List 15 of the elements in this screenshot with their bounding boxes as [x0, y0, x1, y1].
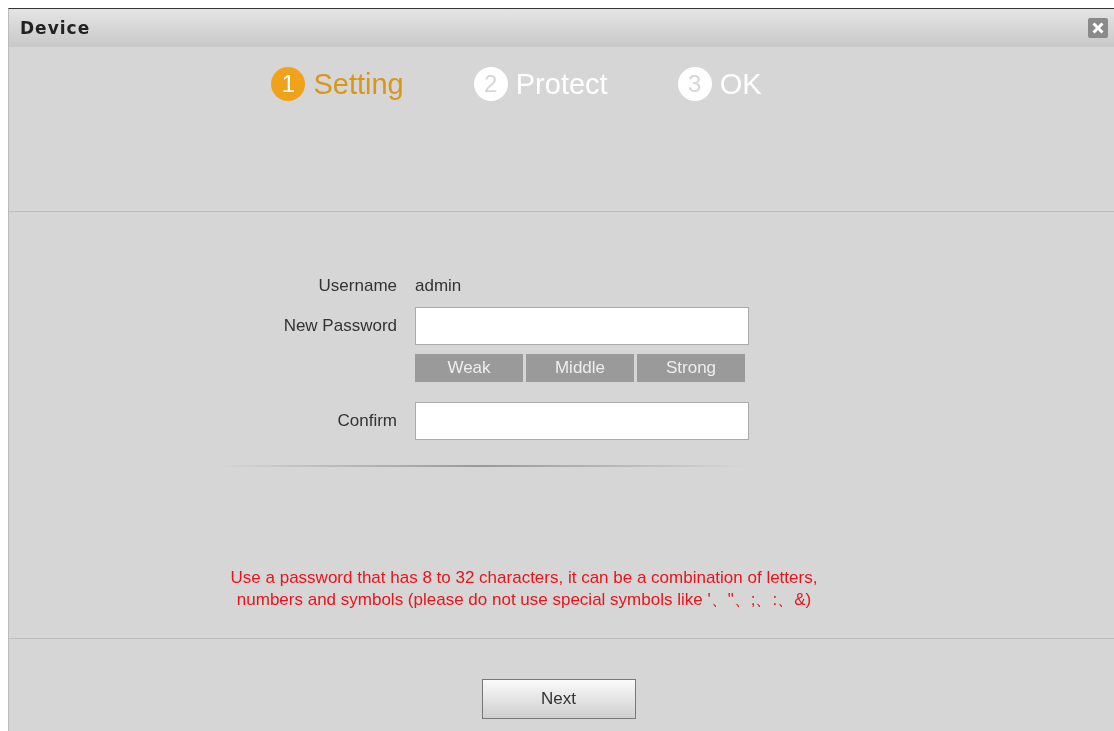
new-password-field[interactable] — [415, 307, 749, 345]
username-label: Username — [317, 276, 397, 296]
password-hint: Use a password that has 8 to 32 characters, it can be a combination of letters, numbers and symbols (please do not use special symbols like '、"、;、:、&) — [229, 567, 819, 611]
close-icon[interactable] — [1088, 18, 1108, 38]
step-label: Setting — [313, 67, 404, 101]
strength-segment: Strong — [637, 354, 745, 382]
window-title: Device — [20, 18, 91, 38]
confirm-label: Confirm — [336, 411, 397, 431]
confirm-field[interactable] — [415, 402, 749, 440]
next-button[interactable]: Next — [481, 679, 636, 719]
new-password-label: New Password — [282, 316, 397, 336]
username-value: admin — [415, 276, 462, 296]
strength-segment: Weak — [415, 354, 523, 382]
step-number: 1 — [271, 67, 306, 101]
strength-segment: Middle — [526, 354, 634, 382]
